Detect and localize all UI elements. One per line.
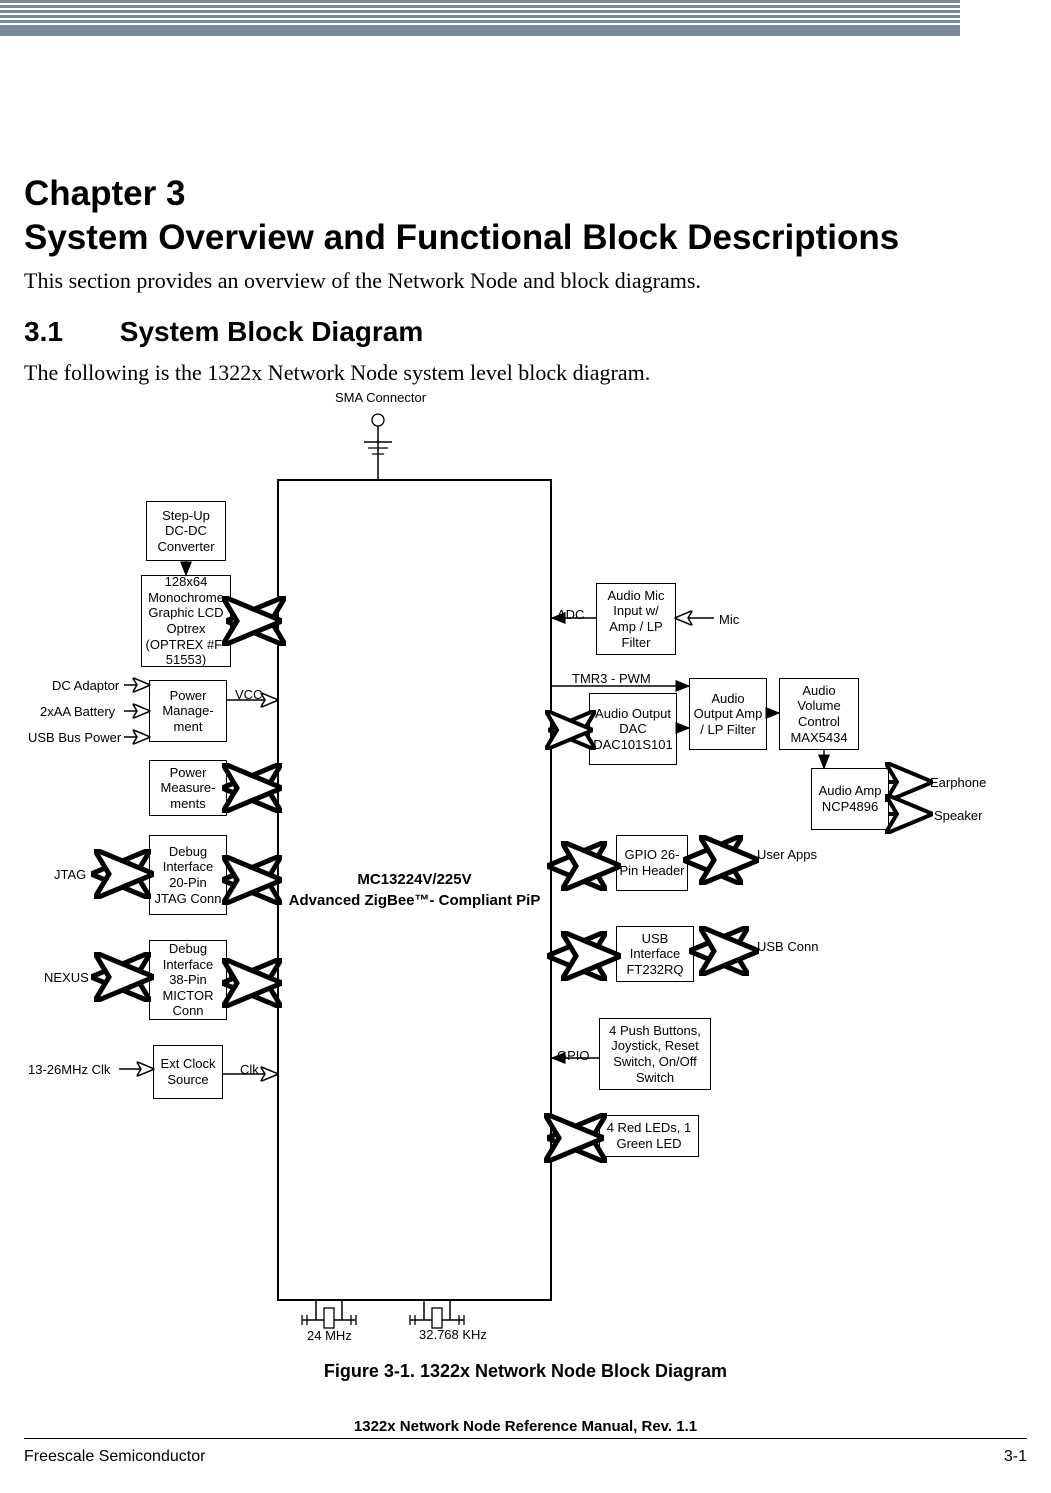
header-stripe-line xyxy=(0,18,960,20)
section-heading: 3.1 System Block Diagram xyxy=(24,316,423,348)
footer-left: Freescale Semiconductor xyxy=(24,1448,205,1466)
diagram-arrows xyxy=(24,398,1027,1358)
footer-title: 1322x Network Node Reference Manual, Rev… xyxy=(0,1418,1051,1435)
figure-caption: Figure 3-1. 1322x Network Node Block Dia… xyxy=(0,1361,1051,1382)
footer-divider xyxy=(24,1438,1027,1439)
chapter-line2: System Overview and Functional Block Des… xyxy=(24,218,899,257)
chapter-title: Chapter 3 System Overview and Functional… xyxy=(24,172,899,260)
block-diagram: MC13224V/225V Advanced ZigBee™- Complian… xyxy=(24,398,1027,1358)
chapter-line1: Chapter 3 xyxy=(24,174,185,213)
header-stripe-line xyxy=(0,23,960,25)
header-stripe-line xyxy=(0,13,960,15)
section-title: System Block Diagram xyxy=(120,316,423,347)
intro-text: This section provides an overview of the… xyxy=(24,268,701,294)
footer-right: 3-1 xyxy=(1004,1448,1027,1466)
header-stripe-line xyxy=(0,3,960,5)
header-stripe-line xyxy=(0,8,960,10)
section-number: 3.1 xyxy=(24,316,112,348)
section-body: The following is the 1322x Network Node … xyxy=(24,360,650,386)
